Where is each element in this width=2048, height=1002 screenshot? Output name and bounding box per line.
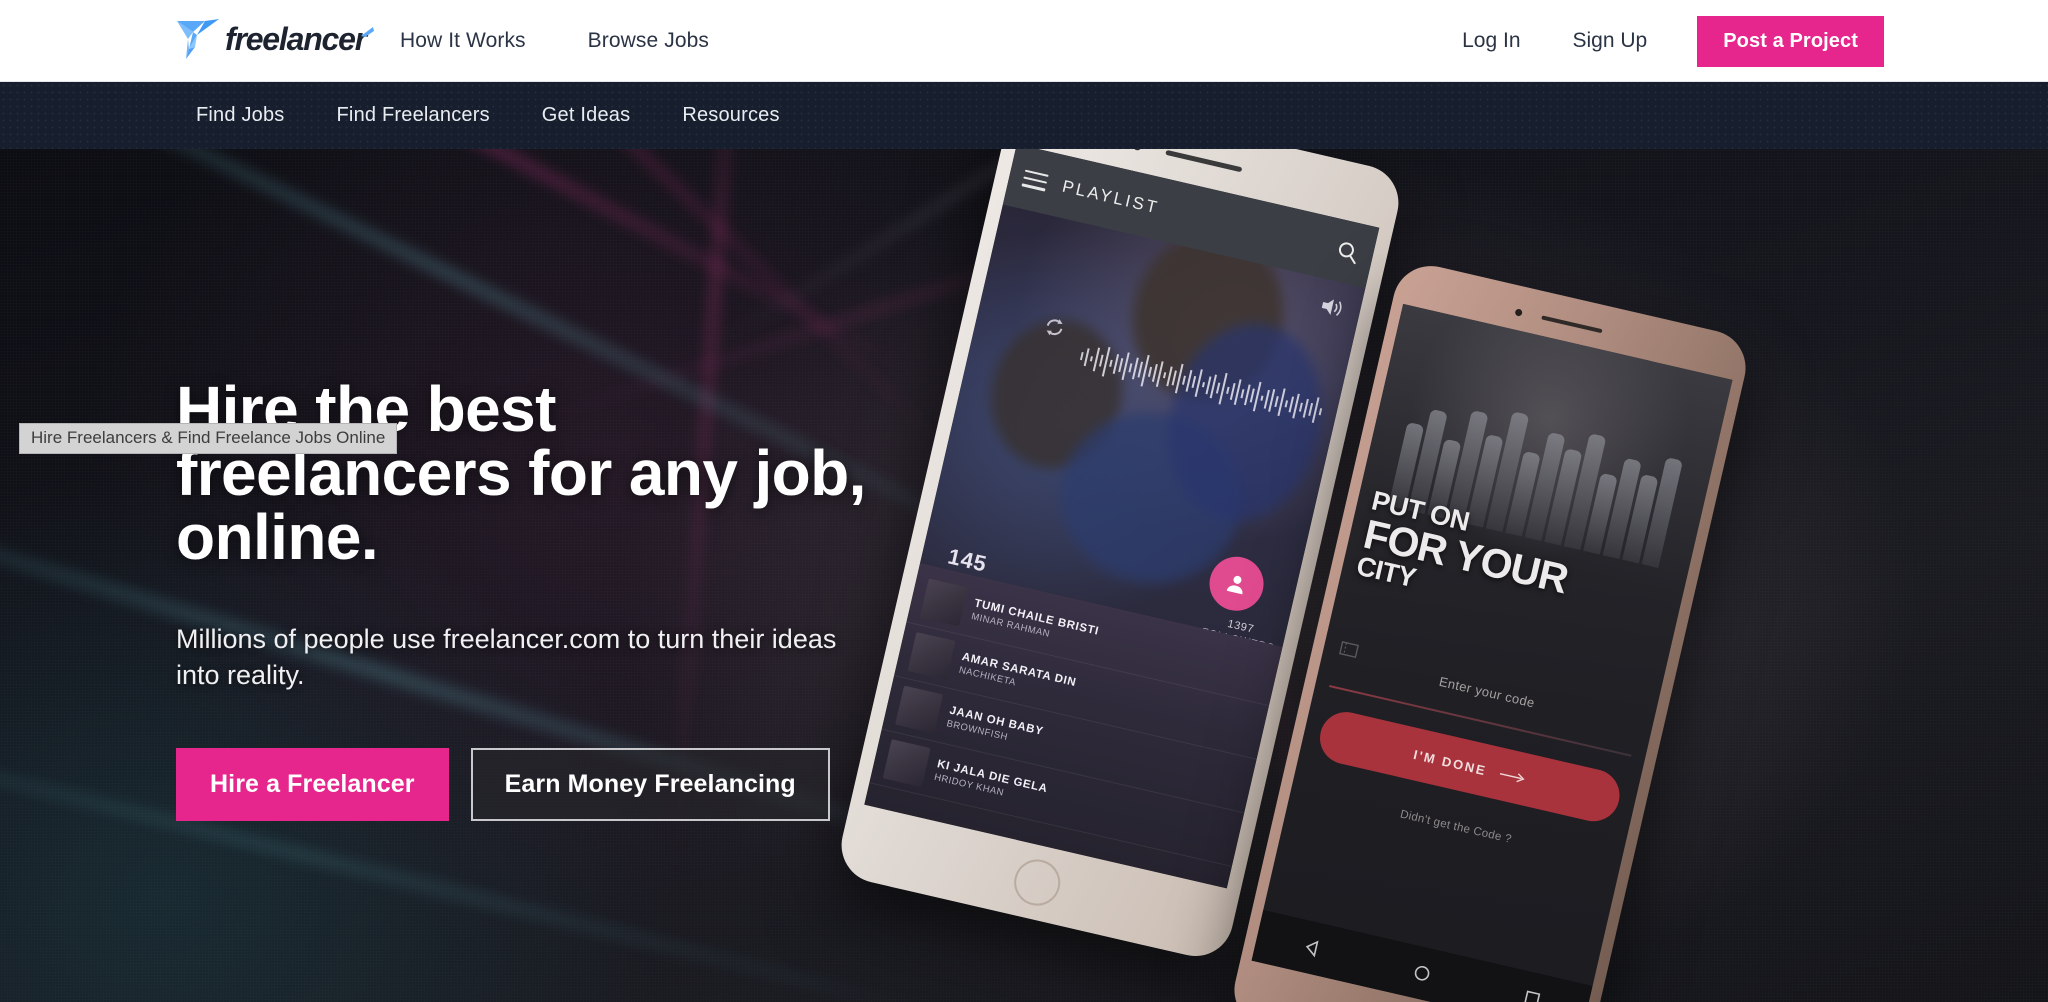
post-a-project-button[interactable]: Post a Project <box>1697 15 1884 67</box>
hero-cta-group: Hire a Freelancer Earn Money Freelancing <box>176 747 936 821</box>
header-link-browse-jobs[interactable]: Browse Jobs <box>588 29 709 53</box>
hero-subheadline: Millions of people use freelancer.com to… <box>176 621 896 694</box>
log-in-link[interactable]: Log In <box>1436 29 1546 53</box>
page-title-tooltip: Hire Freelancers & Find Freelance Jobs O… <box>19 423 398 454</box>
playlist-title: PLAYLIST <box>1060 176 1162 218</box>
logo-accent-icon <box>361 27 374 37</box>
home-circle-icon[interactable] <box>1410 961 1434 985</box>
hire-a-freelancer-button[interactable]: Hire a Freelancer <box>176 747 449 821</box>
header-link-how-it-works[interactable]: How It Works <box>400 29 526 53</box>
arrow-right-icon <box>1500 773 1525 783</box>
im-done-label: I'M DONE <box>1412 746 1489 778</box>
sign-up-link[interactable]: Sign Up <box>1547 29 1674 53</box>
header-actions: Log In Sign Up Post a Project <box>1436 0 1884 82</box>
subnav-item-find-freelancers[interactable]: Find Freelancers <box>337 104 490 127</box>
hero-section: PLAYLIST 1397 145 TUMI CHAILE BRISTI MIN… <box>0 149 2048 1002</box>
phone-speaker <box>1165 149 1243 173</box>
phone-camera-icon <box>1514 308 1523 317</box>
hamburger-menu-icon[interactable] <box>1021 169 1049 192</box>
phone-mockups: PLAYLIST 1397 145 TUMI CHAILE BRISTI MIN… <box>834 149 2048 1002</box>
phone-speaker <box>1541 315 1603 334</box>
hero-subheadline-line1: Millions of people use freelancer.com to… <box>176 624 837 654</box>
hero-headline-line3: online. <box>176 501 379 573</box>
secondary-nav: Find Jobs Find Freelancers Get Ideas Res… <box>0 82 2048 149</box>
phone-camera-icon <box>1132 149 1143 152</box>
header-nav: How It Works Browse Jobs <box>400 0 709 82</box>
earn-money-freelancing-button[interactable]: Earn Money Freelancing <box>470 747 830 821</box>
search-icon[interactable] <box>1335 239 1361 265</box>
person-icon <box>1226 575 1243 595</box>
freelancer-logo[interactable]: freelancer <box>175 14 374 64</box>
hero-headline: Hire the best freelancers for any job, o… <box>176 377 936 569</box>
logo-wordmark: freelancer <box>225 21 367 57</box>
subnav-item-get-ideas[interactable]: Get Ideas <box>542 104 631 127</box>
site-header: freelancer How It Works Browse Jobs Log … <box>0 0 2048 82</box>
hero-subheadline-line2: into reality. <box>176 660 305 691</box>
android-navigation-bar <box>1251 909 1593 1002</box>
subnav-item-resources[interactable]: Resources <box>682 104 779 127</box>
recents-square-icon[interactable] <box>1520 987 1544 1002</box>
freelancer-bird-logo <box>177 19 219 59</box>
subnav-item-find-jobs[interactable]: Find Jobs <box>196 104 285 127</box>
back-triangle-icon[interactable] <box>1300 936 1324 960</box>
phone-home-button <box>1009 854 1065 911</box>
